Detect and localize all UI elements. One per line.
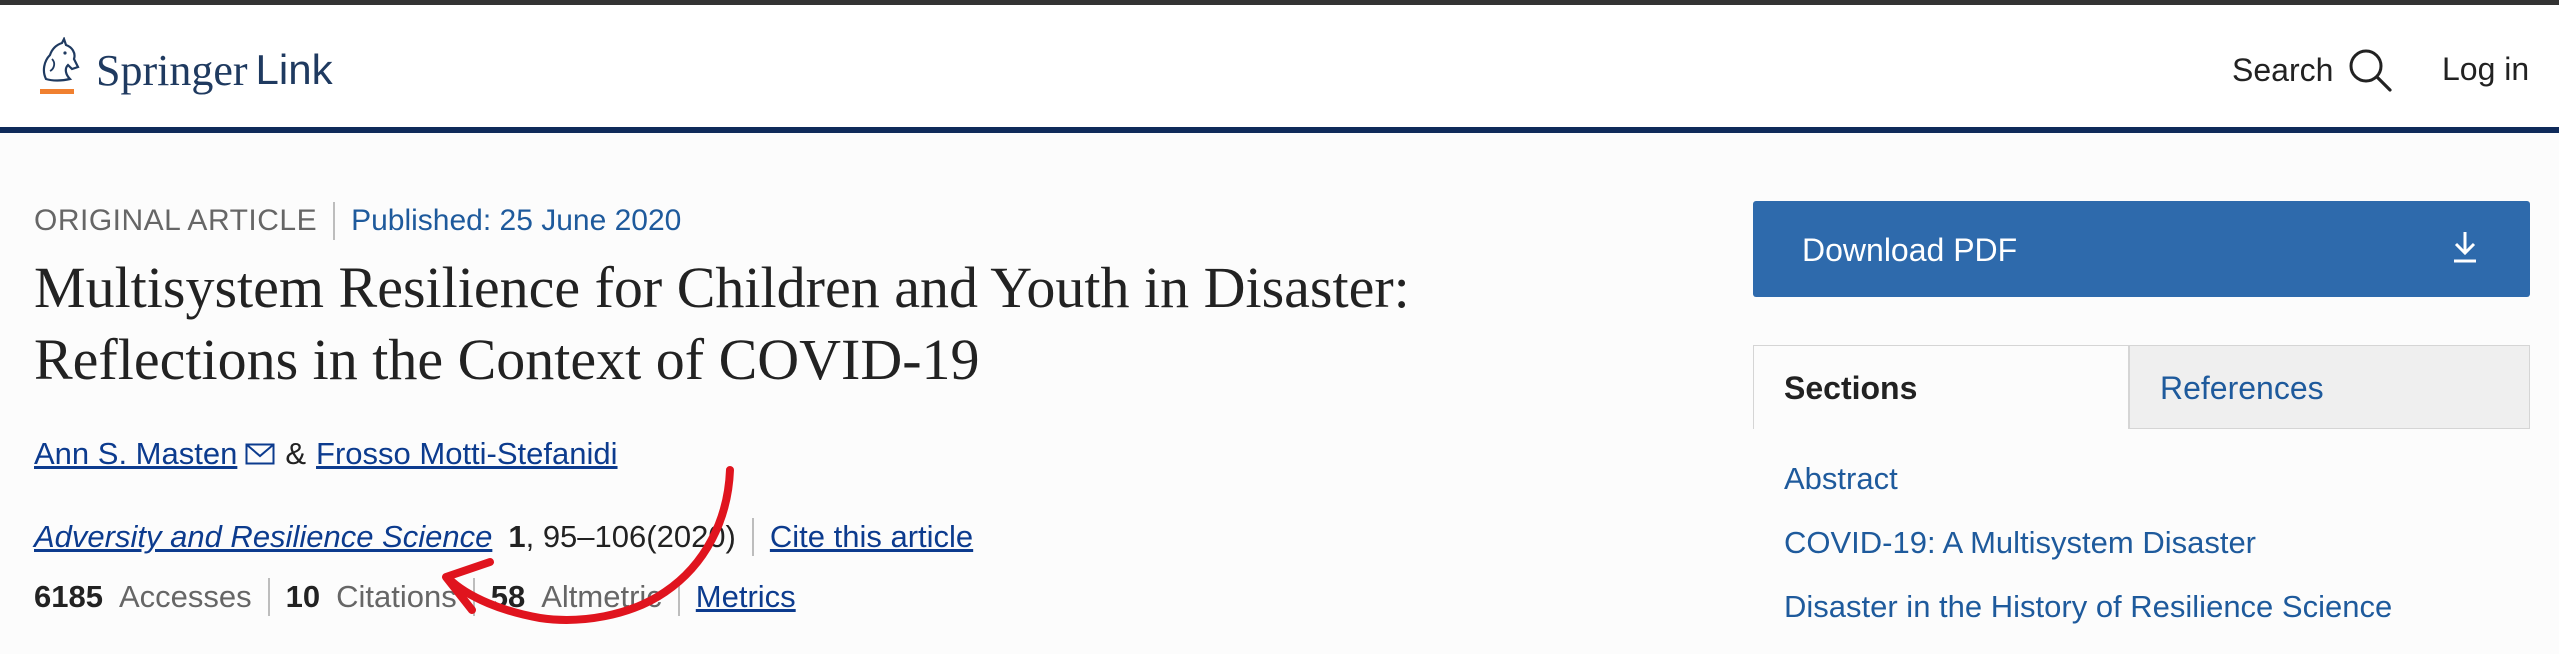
published-date: Published: 25 June 2020 — [351, 204, 682, 237]
accesses-label: Accesses — [118, 579, 252, 614]
author-link[interactable]: Ann S. Masten — [34, 436, 237, 472]
springerlink-logo[interactable]: Springer Link — [32, 37, 333, 103]
section-link[interactable]: Abstract — [1784, 461, 1898, 497]
altmetric-label: Altmetric — [541, 579, 662, 614]
mail-icon[interactable] — [245, 443, 275, 465]
brand-name: Springer — [96, 45, 248, 95]
citations-label: Citations — [336, 579, 457, 614]
accesses-count: 6185 — [34, 579, 103, 614]
cite-article-link[interactable]: Cite this article — [770, 519, 973, 555]
tab-references-label: References — [2160, 370, 2324, 406]
article-metrics: 6185 Accesses 10 Citations 58 Altmetric … — [34, 578, 796, 616]
metrics-link[interactable]: Metrics — [696, 579, 796, 615]
search-icon — [2349, 49, 2392, 92]
divider — [333, 202, 336, 240]
site-header: Springer Link Search Log in — [0, 5, 2559, 127]
author-list: Ann S. Masten & Frosso Motti-Stefanidi — [34, 436, 618, 472]
divider — [677, 578, 680, 616]
journal-info: Adversity and Resilience Science 1 , 95–… — [34, 518, 973, 556]
header-divider — [0, 127, 2559, 133]
journal-link[interactable]: Adversity and Resilience Science — [34, 519, 492, 555]
tab-sections-label: Sections — [1784, 370, 1918, 406]
article-title: Multisystem Resilience for Children and … — [34, 255, 1410, 392]
section-link[interactable]: Disaster in the History of Resilience Sc… — [1784, 589, 2392, 625]
search-button[interactable]: Search — [2232, 47, 2393, 93]
article-meta: ORIGINAL ARTICLE Published: 25 June 2020 — [34, 202, 681, 240]
page: Springer Link Search Log in ORIGINAL ART… — [0, 0, 2559, 654]
download-icon — [2454, 232, 2476, 263]
tab-sections[interactable]: Sections — [1753, 345, 2129, 429]
sidebar-tabs: Sections References — [1753, 345, 2530, 429]
springer-horse-logo-icon — [40, 37, 80, 94]
volume-number: 1 — [508, 519, 526, 554]
altmetric-count: 58 — [490, 579, 526, 614]
author-separator: & — [285, 436, 307, 471]
download-pdf-label: Download PDF — [1802, 232, 2018, 268]
divider — [267, 578, 270, 616]
pages-year: , 95–106(2020) — [525, 519, 736, 554]
section-link[interactable]: COVID-19: A Multisystem Disaster — [1784, 525, 2256, 561]
login-link[interactable]: Log in — [2442, 51, 2529, 88]
search-label: Search — [2232, 51, 2334, 88]
citations-count: 10 — [285, 579, 321, 614]
author-link[interactable]: Frosso Motti-Stefanidi — [316, 436, 618, 472]
divider — [472, 578, 475, 616]
article-type: ORIGINAL ARTICLE — [34, 204, 318, 237]
download-pdf-button[interactable]: Download PDF — [1753, 201, 2530, 297]
brand-suffix: Link — [255, 46, 333, 93]
tab-references[interactable]: References — [2129, 345, 2530, 429]
divider — [751, 518, 754, 556]
